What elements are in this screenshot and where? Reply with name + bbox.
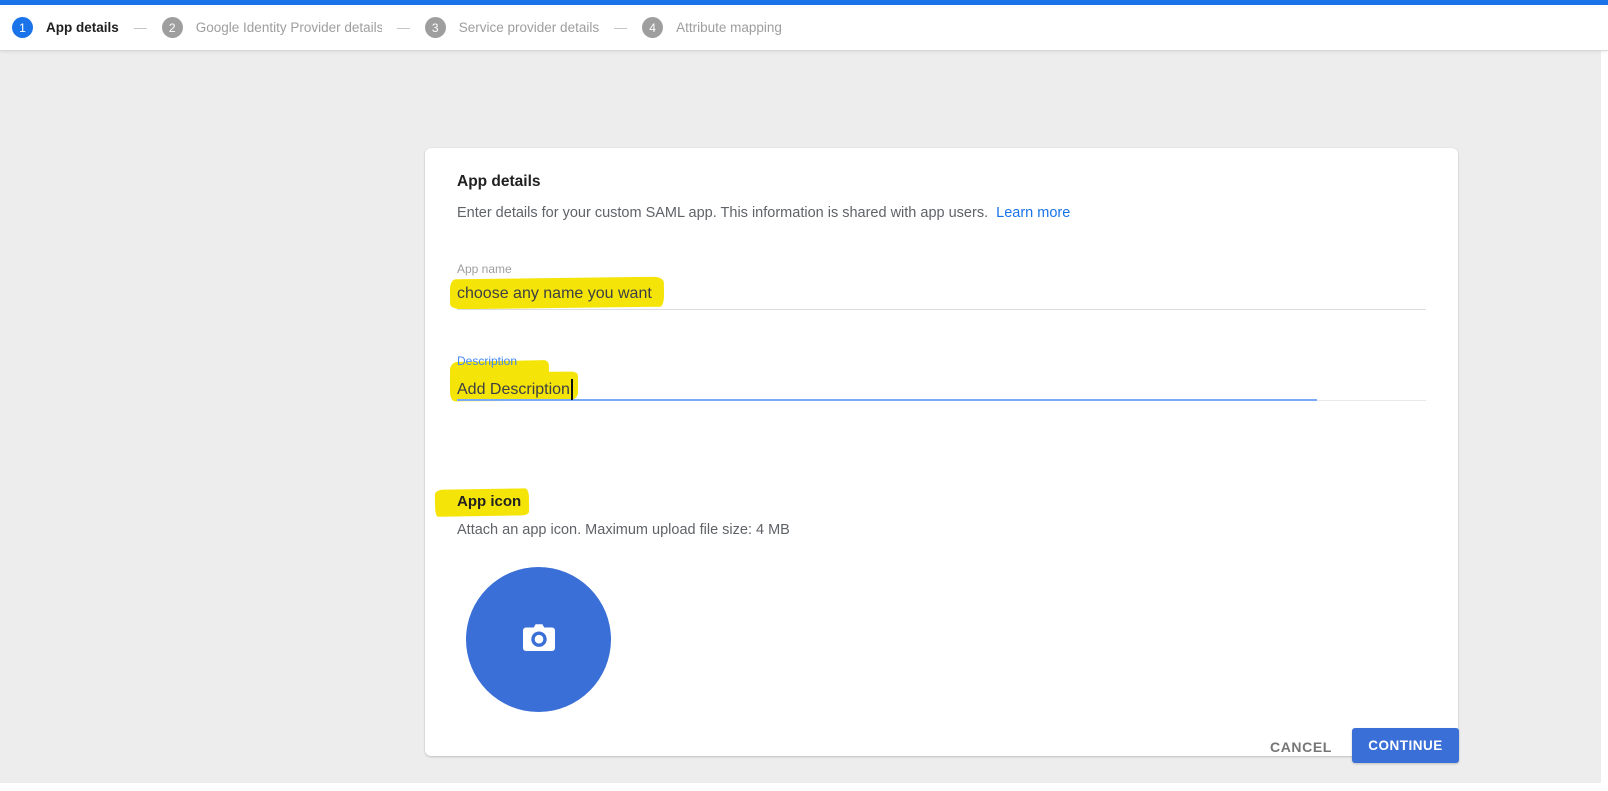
description-label: Description (457, 354, 517, 368)
step-1-label: App details (46, 20, 119, 35)
step-separator: — (397, 20, 410, 35)
step-app-details[interactable]: 1 App details (12, 17, 119, 38)
camera-icon (520, 620, 558, 659)
step-separator: — (134, 20, 147, 35)
wizard-stepper: 1 App details — 2 Google Identity Provid… (0, 5, 1608, 51)
cancel-button[interactable]: CANCEL (1258, 731, 1344, 763)
text-cursor (571, 379, 573, 400)
step-attribute-mapping[interactable]: 4 Attribute mapping (642, 17, 782, 38)
card-subtitle-text: Enter details for your custom SAML app. … (457, 205, 988, 221)
continue-button[interactable]: CONTINUE (1352, 728, 1459, 763)
description-underline-tail (1317, 400, 1426, 401)
step-google-idp-details[interactable]: 2 Google Identity Provider details (162, 17, 382, 38)
description-input[interactable]: Add Description (457, 377, 573, 399)
step-2-label: Google Identity Provider details (196, 20, 382, 35)
card-title: App details (457, 173, 541, 191)
app-name-label: App name (457, 262, 512, 276)
app-icon-hint: Attach an app icon. Maximum upload file … (457, 522, 790, 538)
step-separator: — (614, 20, 627, 35)
step-1-indicator: 1 (12, 17, 33, 38)
app-icon-upload-button[interactable] (466, 567, 611, 712)
page-background: App details Enter details for your custo… (0, 51, 1601, 783)
description-focus-underline (457, 399, 1317, 401)
app-name-input[interactable]: choose any name you want (457, 285, 652, 303)
step-4-label: Attribute mapping (676, 20, 782, 35)
app-icon-title: App icon (457, 493, 521, 510)
step-service-provider-details[interactable]: 3 Service provider details (425, 17, 599, 38)
step-3-label: Service provider details (459, 20, 599, 35)
step-2-indicator: 2 (162, 17, 183, 38)
card-subtitle: Enter details for your custom SAML app. … (457, 205, 1070, 221)
step-3-indicator: 3 (425, 17, 446, 38)
app-details-card: App details Enter details for your custo… (425, 148, 1458, 756)
app-name-underline (457, 309, 1426, 310)
description-value: Add Description (457, 381, 570, 398)
learn-more-link[interactable]: Learn more (996, 205, 1070, 221)
step-4-indicator: 4 (642, 17, 663, 38)
